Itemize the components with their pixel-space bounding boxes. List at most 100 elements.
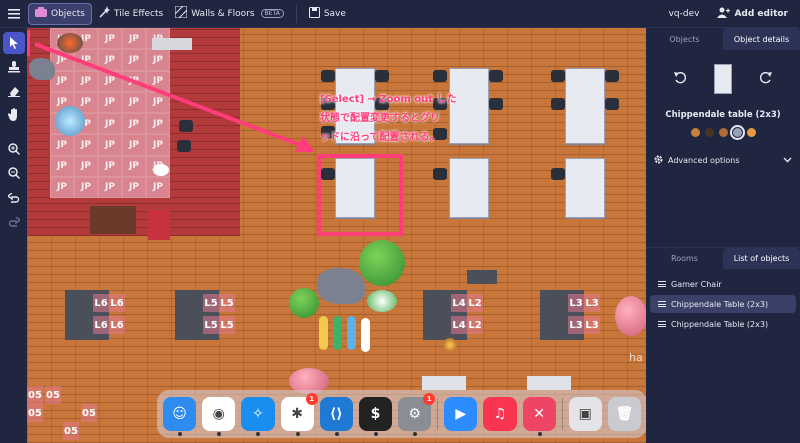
zoom-out-icon <box>7 164 20 183</box>
objects-icon <box>35 7 47 20</box>
app-glyph: ⟨⟩ <box>329 406 343 422</box>
notification-badge: 1 <box>423 393 436 405</box>
zoom-icon[interactable]: ▶ <box>444 397 478 431</box>
select-tool[interactable] <box>2 32 25 54</box>
panel-tabs-lower: Rooms List of objects <box>646 247 800 269</box>
screenshot-icon[interactable]: ▣ <box>568 397 602 431</box>
rotate-right-icon[interactable] <box>759 71 772 86</box>
undo-tool[interactable] <box>3 186 25 208</box>
zoom-in-icon <box>7 140 20 159</box>
app-glyph: ◉ <box>212 406 225 422</box>
running-indicator <box>373 432 378 436</box>
chrome-icon[interactable]: ◉ <box>202 397 236 436</box>
music-icon[interactable]: ♫ <box>483 397 517 431</box>
app-glyph: ✱ <box>291 406 303 422</box>
running-indicator <box>334 432 339 436</box>
map-canvas[interactable]: JP JP JP JP JP JP JP JP JP JP JP JP JP JP JP JP JP JP JP JP… <box>27 28 646 443</box>
slack-icon[interactable]: ✱ 1 <box>280 393 318 436</box>
color-swatch[interactable] <box>729 125 745 140</box>
object-preview-row <box>646 50 800 100</box>
walls-floors-button[interactable]: Walls & Floors BETA <box>169 3 290 25</box>
chevron-down-icon <box>783 156 792 165</box>
save-label: Save <box>323 8 346 19</box>
running-indicator <box>256 432 261 436</box>
user-name: vq-dev <box>668 8 700 19</box>
system-settings-icon[interactable]: ⚙ 1 <box>398 393 436 436</box>
right-panel: Objects Object details Chippendale table… <box>646 28 800 443</box>
color-swatches <box>646 125 800 140</box>
running-indicator <box>295 432 300 436</box>
app-glyph: ✧ <box>252 406 264 422</box>
list-item[interactable]: Chippendale Table (2x3) <box>650 315 796 333</box>
panel-tabs: Objects Object details <box>646 28 800 50</box>
tile-effects-button[interactable]: Tile Effects <box>92 3 169 25</box>
terminal-icon[interactable]: $ <box>358 397 393 436</box>
magic-wand-icon <box>98 6 111 21</box>
add-user-icon <box>717 7 731 21</box>
object-preview <box>714 64 732 94</box>
zoom-out-tool[interactable] <box>3 162 25 184</box>
left-toolbar <box>0 28 27 443</box>
dock-divider <box>437 398 439 430</box>
undo-icon <box>6 188 20 207</box>
objects-button[interactable]: Objects <box>28 2 93 25</box>
list-item[interactable]: Gamer Chair <box>650 275 796 293</box>
list-item-label: Chippendale Table (2x3) <box>671 319 769 329</box>
save-button[interactable]: Save <box>303 3 352 25</box>
color-swatch[interactable] <box>746 128 756 137</box>
annotation-text: [Select] → Zoom out した 状態で配置変更するとグリ ッドに沿… <box>320 90 520 147</box>
tile-effects-label: Tile Effects <box>114 8 164 19</box>
eraser-tool[interactable] <box>3 80 25 102</box>
annotation-line-2: 状態で配置変更するとグリ <box>320 113 440 124</box>
safari-icon[interactable]: ✧ <box>241 397 275 436</box>
app-glyph: 🗑 <box>615 406 634 422</box>
stamp-icon <box>7 58 20 77</box>
add-editor-button[interactable]: Add editor <box>711 3 794 25</box>
dock-divider <box>561 398 563 430</box>
cursor-app-icon[interactable]: ✕ <box>522 397 556 436</box>
toolbar-divider <box>295 4 297 23</box>
objects-label: Objects <box>51 8 86 19</box>
beta-badge: BETA <box>260 9 284 18</box>
tab-object-details[interactable]: Object details <box>723 28 800 50</box>
tab-list-of-objects[interactable]: List of objects <box>723 248 800 269</box>
redo-icon <box>8 212 21 231</box>
tab-objects[interactable]: Objects <box>646 28 723 50</box>
color-swatch[interactable] <box>704 128 714 137</box>
save-icon <box>308 6 320 21</box>
app-glyph: ⚙ <box>408 406 421 422</box>
stamp-tool[interactable] <box>3 56 25 78</box>
advanced-options-toggle[interactable]: Advanced options <box>646 153 800 167</box>
tab-rooms[interactable]: Rooms <box>646 248 723 269</box>
walls-floors-label: Walls & Floors <box>191 8 255 19</box>
redo-tool[interactable] <box>3 210 25 232</box>
zoom-in-tool[interactable] <box>3 138 25 160</box>
running-indicator <box>537 432 542 436</box>
vscode-icon[interactable]: ⟨⟩ <box>319 397 353 436</box>
finder-icon[interactable]: ☺ <box>163 397 197 436</box>
color-swatch[interactable] <box>690 128 700 137</box>
add-editor-label: Add editor <box>734 8 788 19</box>
app-glyph: ▶ <box>455 406 467 422</box>
object-list: Gamer Chair Chippendale Table (2x3) Chip… <box>646 269 800 333</box>
list-item-label: Chippendale Table (2x3) <box>671 299 769 309</box>
running-indicator <box>217 432 222 436</box>
color-swatch[interactable] <box>718 128 728 137</box>
list-item[interactable]: Chippendale Table (2x3) <box>650 295 796 313</box>
app-glyph: ♫ <box>493 406 507 422</box>
app-glyph: ▣ <box>578 406 592 422</box>
pan-tool[interactable] <box>3 104 25 126</box>
trash-icon[interactable]: 🗑 <box>607 397 641 431</box>
running-indicator <box>178 432 182 436</box>
rotate-left-icon[interactable] <box>674 71 687 86</box>
eraser-icon <box>7 82 20 101</box>
annotation-line-1: [Select] → Zoom out した <box>320 94 457 105</box>
app-glyph: ☺ <box>172 406 187 422</box>
running-indicator <box>413 432 418 436</box>
menu-icon[interactable] <box>0 8 28 19</box>
list-icon <box>658 301 666 307</box>
macos-dock: ☺ ◉ ✧ ✱ 1 ⟨⟩ $ ⚙ 1 ▶ ♫ ✕ ▣ 🗑 <box>157 390 647 438</box>
hand-icon <box>7 106 20 125</box>
object-name: Chippendale table (2x3) <box>665 110 781 120</box>
app-glyph: $ <box>370 406 381 422</box>
